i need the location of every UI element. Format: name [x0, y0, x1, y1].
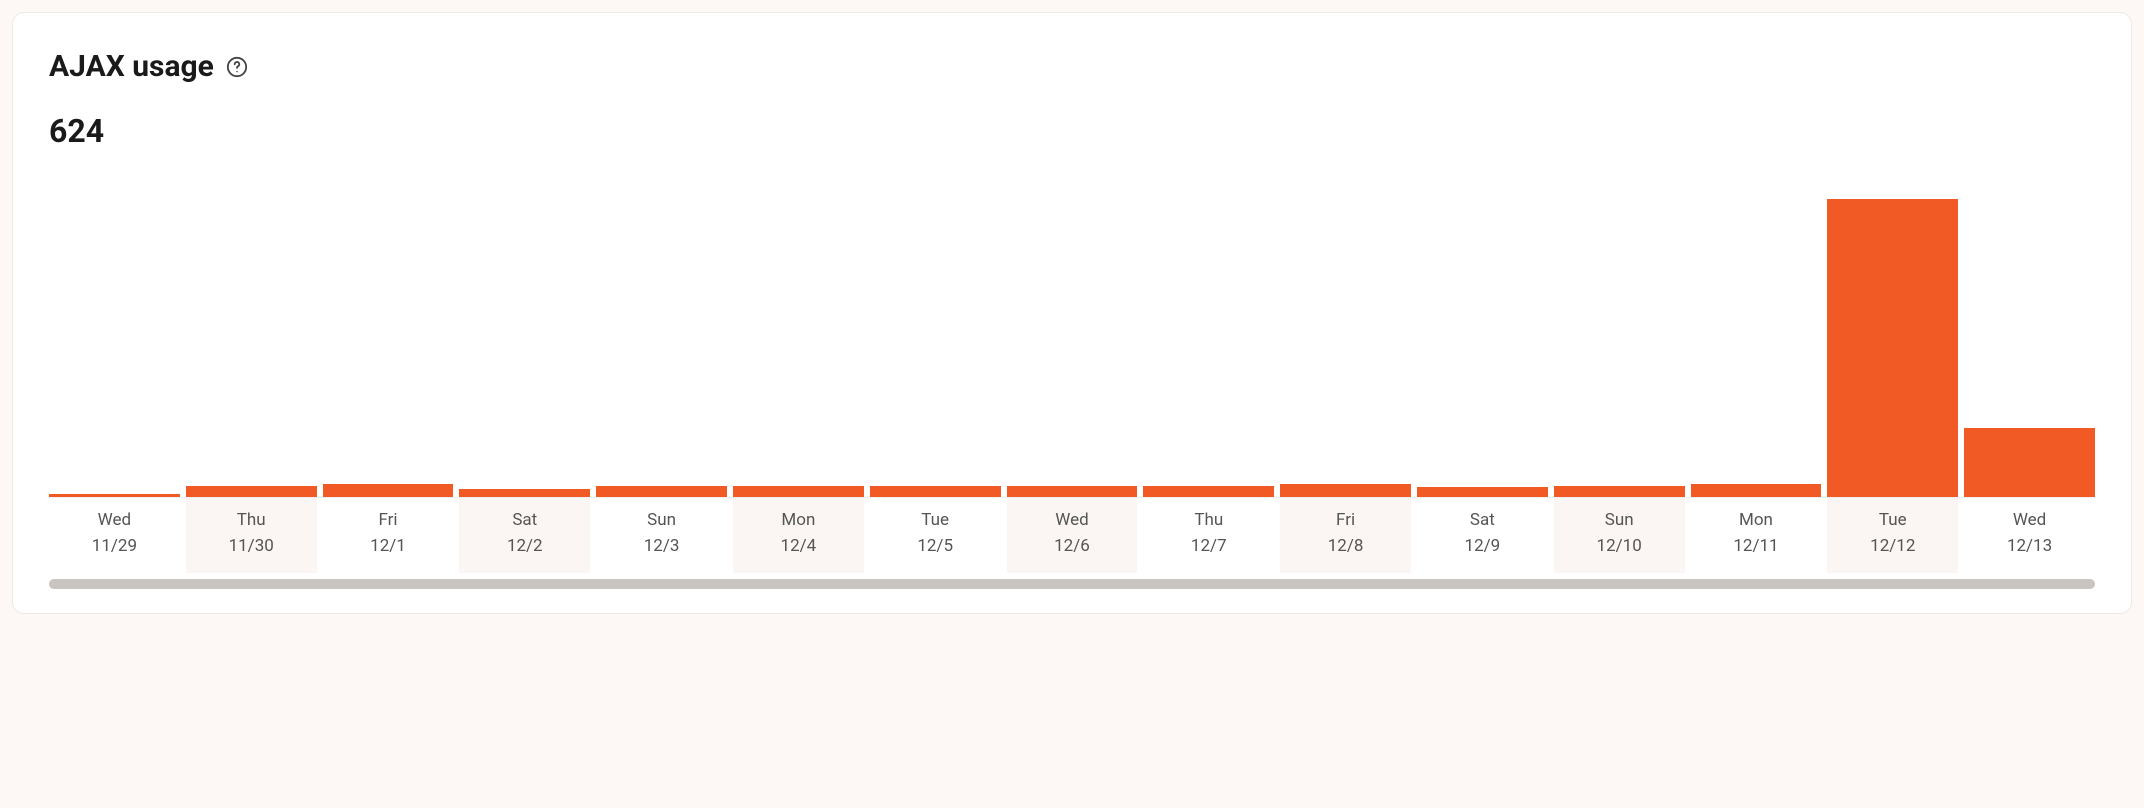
x-axis-tick: Sat12/2	[459, 498, 590, 573]
chart-total: 624	[49, 112, 2095, 150]
bar[interactable]	[1827, 178, 1958, 497]
bar[interactable]	[186, 178, 317, 497]
x-axis-tick: Wed12/13	[1964, 498, 2095, 573]
bar[interactable]	[1143, 178, 1274, 497]
x-axis-tick: Wed12/6	[1007, 498, 1138, 573]
x-axis-tick-day: Thu	[188, 508, 315, 534]
horizontal-scrollbar[interactable]	[49, 579, 2095, 589]
chart-header: AJAX usage	[49, 49, 2095, 84]
x-axis-tick-day: Fri	[1282, 508, 1409, 534]
x-axis-labels: Wed11/29Thu11/30Fri12/1Sat12/2Sun12/3Mon…	[49, 498, 2095, 573]
x-axis-tick-date: 12/9	[1419, 534, 1546, 560]
scrollbar-thumb[interactable]	[49, 579, 2095, 589]
x-axis-tick-date: 12/6	[1009, 534, 1136, 560]
x-axis-tick-date: 11/29	[51, 534, 178, 560]
x-axis-tick-date: 12/7	[1145, 534, 1272, 560]
x-axis-tick-day: Sat	[461, 508, 588, 534]
x-axis-tick-date: 12/13	[1966, 534, 2093, 560]
x-axis-tick-day: Sat	[1419, 508, 1546, 534]
x-axis-tick-date: 12/4	[735, 534, 862, 560]
bar[interactable]	[1691, 178, 1822, 497]
bar[interactable]	[459, 178, 590, 497]
x-axis-tick-day: Mon	[735, 508, 862, 534]
x-axis-tick: Fri12/8	[1280, 498, 1411, 573]
x-axis-tick-date: 12/12	[1829, 534, 1956, 560]
x-axis-tick-date: 12/8	[1282, 534, 1409, 560]
chart-plot-area	[49, 178, 2095, 498]
x-axis-tick-date: 12/2	[461, 534, 588, 560]
x-axis-tick-date: 12/10	[1556, 534, 1683, 560]
x-axis-tick-day: Tue	[1829, 508, 1956, 534]
x-axis-tick-date: 12/11	[1693, 534, 1820, 560]
x-axis-tick-day: Sun	[598, 508, 725, 534]
bar[interactable]	[1417, 178, 1548, 497]
x-axis-tick-day: Wed	[1966, 508, 2093, 534]
x-axis-tick-day: Fri	[325, 508, 452, 534]
x-axis-tick-day: Mon	[1693, 508, 1820, 534]
x-axis-tick-day: Sun	[1556, 508, 1683, 534]
x-axis-tick: Wed11/29	[49, 498, 180, 573]
x-axis-tick: Sat12/9	[1417, 498, 1548, 573]
x-axis-tick: Tue12/12	[1827, 498, 1958, 573]
bar[interactable]	[1554, 178, 1685, 497]
bar[interactable]	[49, 178, 180, 497]
chart-card: AJAX usage 624 Wed11/29Thu11/30Fri12/1Sa…	[12, 12, 2132, 614]
bar[interactable]	[1007, 178, 1138, 497]
x-axis-tick: Fri12/1	[323, 498, 454, 573]
bar[interactable]	[596, 178, 727, 497]
x-axis-tick: Tue12/5	[870, 498, 1001, 573]
bar[interactable]	[733, 178, 864, 497]
x-axis-tick-day: Thu	[1145, 508, 1272, 534]
x-axis-tick-date: 12/5	[872, 534, 999, 560]
x-axis-tick-day: Wed	[1009, 508, 1136, 534]
x-axis-tick-day: Wed	[51, 508, 178, 534]
x-axis-tick-date: 12/1	[325, 534, 452, 560]
x-axis-tick: Thu12/7	[1143, 498, 1274, 573]
x-axis-tick: Sun12/3	[596, 498, 727, 573]
bar[interactable]	[1964, 178, 2095, 497]
bar[interactable]	[323, 178, 454, 497]
bar[interactable]	[1280, 178, 1411, 497]
x-axis-tick: Thu11/30	[186, 498, 317, 573]
x-axis-tick: Mon12/11	[1691, 498, 1822, 573]
x-axis-tick: Sun12/10	[1554, 498, 1685, 573]
x-axis-tick-day: Tue	[872, 508, 999, 534]
x-axis-tick: Mon12/4	[733, 498, 864, 573]
x-axis-tick-date: 11/30	[188, 534, 315, 560]
bar[interactable]	[870, 178, 1001, 497]
x-axis-tick-date: 12/3	[598, 534, 725, 560]
chart-title: AJAX usage	[49, 49, 214, 84]
help-icon[interactable]	[226, 56, 248, 78]
